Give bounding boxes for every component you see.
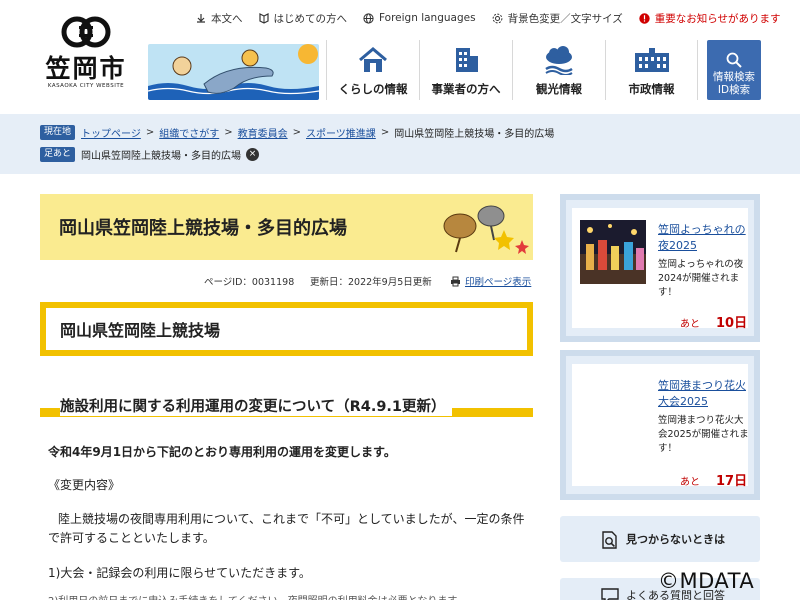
footprint-item[interactable]: 岡山県笠岡陸上競技場・多目的広場 xyxy=(81,147,241,162)
body-paragraph-description: 陸上競技場の夜間専用利用について、これまで「不可」としていましたが、一定の条件で… xyxy=(48,512,525,545)
page-title: 岡山県笠岡陸上競技場・多目的広場 xyxy=(59,218,347,239)
display-settings-link[interactable]: 背景色変更／文字サイズ xyxy=(492,11,623,26)
section-heading-box: 岡山県笠岡陸上競技場 xyxy=(40,302,533,356)
important-notice-label: 重要なお知らせがあります xyxy=(654,12,781,25)
site-logo[interactable]: 笠岡市 KASAOKA CITY WEBSITE xyxy=(40,12,132,104)
search-label-2: ID検索 xyxy=(717,84,751,96)
subsection-heading: 施設利用に関する利用運用の変更について（R4.9.1更新） xyxy=(40,390,533,420)
watermark: ©MDATA xyxy=(658,569,755,593)
footprint-trail: 足あと 岡山県笠岡陸上競技場・多目的広場 × xyxy=(40,146,260,162)
breadcrumb-link-board[interactable]: 教育委員会 xyxy=(238,125,288,140)
updated-date: 更新日：2022年9月5日更新 xyxy=(310,277,432,288)
body-paragraph-item-2: 2)利用日の前日までに申込み手続きをしてください。夜間照明の利用料金は必要となり… xyxy=(40,592,533,600)
foreign-languages-label: Foreign languages xyxy=(379,12,476,24)
house-icon xyxy=(359,47,387,72)
site-header: 笠岡市 KASAOKA CITY WEBSITE 本文へ はじめての方へ For… xyxy=(0,0,800,114)
globe-icon xyxy=(363,12,374,24)
countdown-days: 17日 xyxy=(716,474,748,489)
gnav-tourism-label: 観光情報 xyxy=(536,82,582,96)
not-found-button[interactable]: 見つからないときは xyxy=(560,516,760,562)
gnav-business-label: 事業者の方へ xyxy=(431,82,501,96)
breadcrumb-separator: > xyxy=(224,126,233,138)
down-arrow-icon xyxy=(197,14,205,23)
printer-icon xyxy=(451,276,460,286)
footprint-close-icon[interactable]: × xyxy=(246,147,260,161)
gnav-city-admin-label: 市政情報 xyxy=(628,82,675,96)
utility-nav: 本文へ はじめての方へ Foreign languages 背景色変更／文字サイ… xyxy=(196,9,781,27)
tourism-icon xyxy=(545,46,573,75)
search-label-1: 情報検索 xyxy=(713,71,755,83)
footprint-tag: 足あと xyxy=(40,146,76,162)
page-meta: ページID：0031198 更新日：2022年9月5日更新 印刷ページ表示 xyxy=(40,274,533,288)
city-emblem-icon xyxy=(61,16,111,48)
skip-label: 本文へ xyxy=(211,12,243,25)
horseshoe-crab-icon xyxy=(443,205,529,254)
countdown-prefix: あと xyxy=(680,477,700,488)
event-thumbnail[interactable] xyxy=(580,220,646,284)
foreign-languages-link[interactable]: Foreign languages xyxy=(363,12,476,24)
beginner-mark-icon xyxy=(258,12,269,24)
logo-subtitle: KASAOKA CITY WEBSITE xyxy=(47,83,125,89)
search-icon xyxy=(726,52,742,68)
breadcrumb: 現在地 トップページ > 組織でさがす > 教育委員会 > スポーツ推進課 > … xyxy=(40,124,554,140)
event-card: 笠岡よっちゃれの夜2025 笠岡よっちゃれの夜2024が開催されます！ あと 10… xyxy=(560,194,760,342)
section-heading: 岡山県笠岡陸上競技場 xyxy=(46,308,527,350)
gnav-living[interactable]: くらしの情報 xyxy=(326,40,419,100)
alert-icon xyxy=(639,12,650,24)
breadcrumb-separator: > xyxy=(292,126,301,138)
skip-to-content-link[interactable]: 本文へ xyxy=(196,11,243,26)
gnav-city-admin[interactable]: 市政情報 xyxy=(605,40,698,100)
document-search-icon xyxy=(602,531,617,549)
event-card-body: 笠岡港まつり花火大会2025 笠岡港まつり花火大会2025が開催されます！ あと… xyxy=(572,364,750,489)
mascot-banner-illustration xyxy=(148,44,319,100)
event-description: 笠岡よっちゃれの夜2024が開催されます！ xyxy=(658,259,744,298)
city-hall-icon xyxy=(634,48,669,72)
important-notice-link[interactable]: 重要なお知らせがあります xyxy=(639,11,781,26)
breadcrumb-current: 岡山県笠岡陸上競技場・多目的広場 xyxy=(394,128,555,140)
gear-icon xyxy=(492,13,502,23)
breadcrumb-separator: > xyxy=(145,126,155,138)
event-countdown: あと 10日 xyxy=(680,312,747,331)
breadcrumb-area: 現在地 トップページ > 組織でさがす > 教育委員会 > スポーツ推進課 > … xyxy=(0,114,800,174)
gnav-business[interactable]: 事業者の方へ xyxy=(419,40,512,100)
print-page-link[interactable]: 印刷ページ表示 xyxy=(450,274,531,288)
breadcrumb-link-top[interactable]: トップページ xyxy=(81,125,141,140)
gnav-tourism[interactable]: 観光情報 xyxy=(512,40,605,100)
event-title-link[interactable]: 笠岡港まつり花火大会2025 xyxy=(658,378,750,410)
body-paragraph-lead: 令和4年9月1日から下記のとおり専用利用の運用を変更します。 xyxy=(48,445,396,459)
not-found-label: 見つからないときは xyxy=(626,533,725,546)
print-label: 印刷ページ表示 xyxy=(465,277,532,288)
first-visit-link[interactable]: はじめての方へ xyxy=(258,11,348,26)
event-title-link[interactable]: 笠岡よっちゃれの夜2025 xyxy=(658,222,750,254)
info-search-button[interactable]: 情報検索 ID検索 xyxy=(707,40,761,100)
breadcrumb-separator: > xyxy=(380,126,390,138)
breadcrumb-link-sports[interactable]: スポーツ推進課 xyxy=(306,125,376,140)
breadcrumb-link-organization[interactable]: 組織でさがす xyxy=(159,125,219,140)
question-bubble-icon xyxy=(601,588,619,600)
page-title-band: 岡山県笠岡陸上競技場・多目的広場 xyxy=(40,194,533,260)
event-description: 笠岡港まつり花火大会2025が開催されます！ xyxy=(658,415,749,454)
event-card: 笠岡港まつり花火大会2025 笠岡港まつり花火大会2025が開催されます！ あと… xyxy=(560,350,760,500)
current-location-tag: 現在地 xyxy=(40,124,76,140)
building-icon xyxy=(456,48,478,72)
event-countdown: あと 17日 xyxy=(680,470,747,489)
display-settings-label: 背景色変更／文字サイズ xyxy=(507,12,623,25)
mascot-banner[interactable] xyxy=(148,44,319,100)
body-paragraph-changes-label: 《変更内容》 xyxy=(48,478,121,492)
countdown-prefix: あと xyxy=(680,319,700,330)
gnav-living-label: くらしの情報 xyxy=(338,82,408,96)
event-card-body: 笠岡よっちゃれの夜2025 笠岡よっちゃれの夜2024が開催されます！ あと 10… xyxy=(572,208,750,331)
body-paragraph-item-1: 1)大会・記録会の利用に限らせていただきます。 xyxy=(48,566,311,580)
festival-photo xyxy=(580,220,646,284)
global-nav: くらしの情報 事業者の方へ 観光情報 市政情報 xyxy=(326,40,698,100)
page-id: ページID：0031198 xyxy=(204,277,295,288)
logo-name: 笠岡市 xyxy=(45,54,127,83)
event-thumbnail[interactable] xyxy=(580,378,646,384)
subsection-heading-text: 施設利用に関する利用運用の変更について（R4.9.1更新） xyxy=(60,395,452,416)
first-visit-label: はじめての方へ xyxy=(273,12,348,25)
countdown-days: 10日 xyxy=(716,316,748,331)
